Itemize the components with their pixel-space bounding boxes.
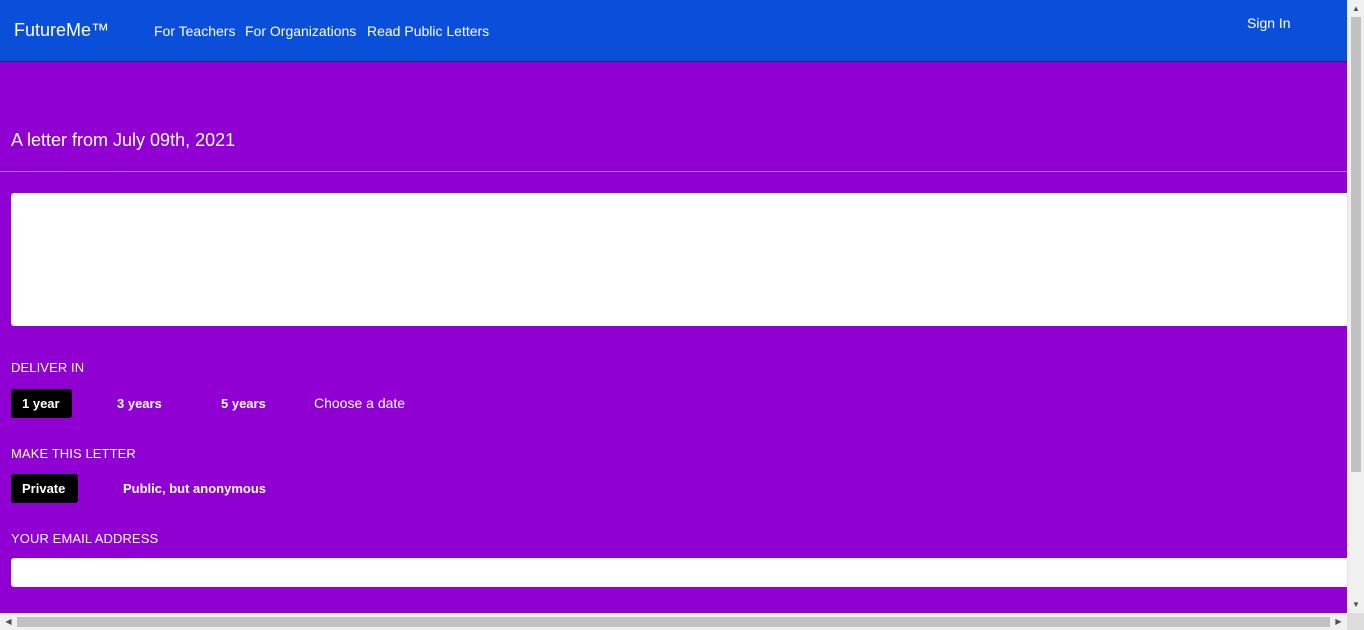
email-label: YOUR EMAIL ADDRESS <box>11 531 159 546</box>
vertical-scroll-thumb[interactable] <box>1351 17 1361 472</box>
top-navbar: FutureMe™ For Teachers For Organizations… <box>0 0 1347 62</box>
arrow-up-icon[interactable]: ▲ <box>1348 0 1364 17</box>
horizontal-scroll-thumb[interactable] <box>17 617 1330 627</box>
visibility-option-private[interactable]: Private <box>11 474 78 503</box>
vertical-scrollbar[interactable]: ▲ ▼ <box>1347 0 1364 613</box>
page: FutureMe™ For Teachers For Organizations… <box>0 0 1364 630</box>
visibility-label: MAKE THIS LETTER <box>11 446 136 461</box>
deliver-option-1-year[interactable]: 1 year <box>11 389 72 418</box>
nav-link-for-teachers[interactable]: For Teachers <box>154 23 235 39</box>
deliver-option-choose-date[interactable]: Choose a date <box>314 389 405 418</box>
divider <box>0 171 1347 172</box>
sign-in-link[interactable]: Sign In <box>1247 15 1291 31</box>
brand-logo[interactable]: FutureMe™ <box>14 20 109 41</box>
visibility-option-public-anonymous[interactable]: Public, but anonymous <box>123 474 266 503</box>
letter-heading: A letter from July 09th, 2021 <box>11 130 236 150</box>
scrollbar-corner <box>1347 613 1364 630</box>
nav-link-read-public-letters[interactable]: Read Public Letters <box>367 23 489 39</box>
horizontal-scrollbar[interactable]: ◀ ▶ <box>0 613 1347 630</box>
deliver-option-5-years[interactable]: 5 years <box>221 389 266 418</box>
arrow-left-icon[interactable]: ◀ <box>0 614 17 630</box>
letter-body-textarea[interactable] <box>11 193 1356 326</box>
arrow-right-icon[interactable]: ▶ <box>1330 614 1347 630</box>
nav-link-for-organizations[interactable]: For Organizations <box>245 23 356 39</box>
deliver-in-label: DELIVER IN <box>11 360 85 375</box>
deliver-option-3-years[interactable]: 3 years <box>117 389 162 418</box>
arrow-down-icon[interactable]: ▼ <box>1348 596 1364 613</box>
email-input[interactable] <box>11 558 1356 587</box>
